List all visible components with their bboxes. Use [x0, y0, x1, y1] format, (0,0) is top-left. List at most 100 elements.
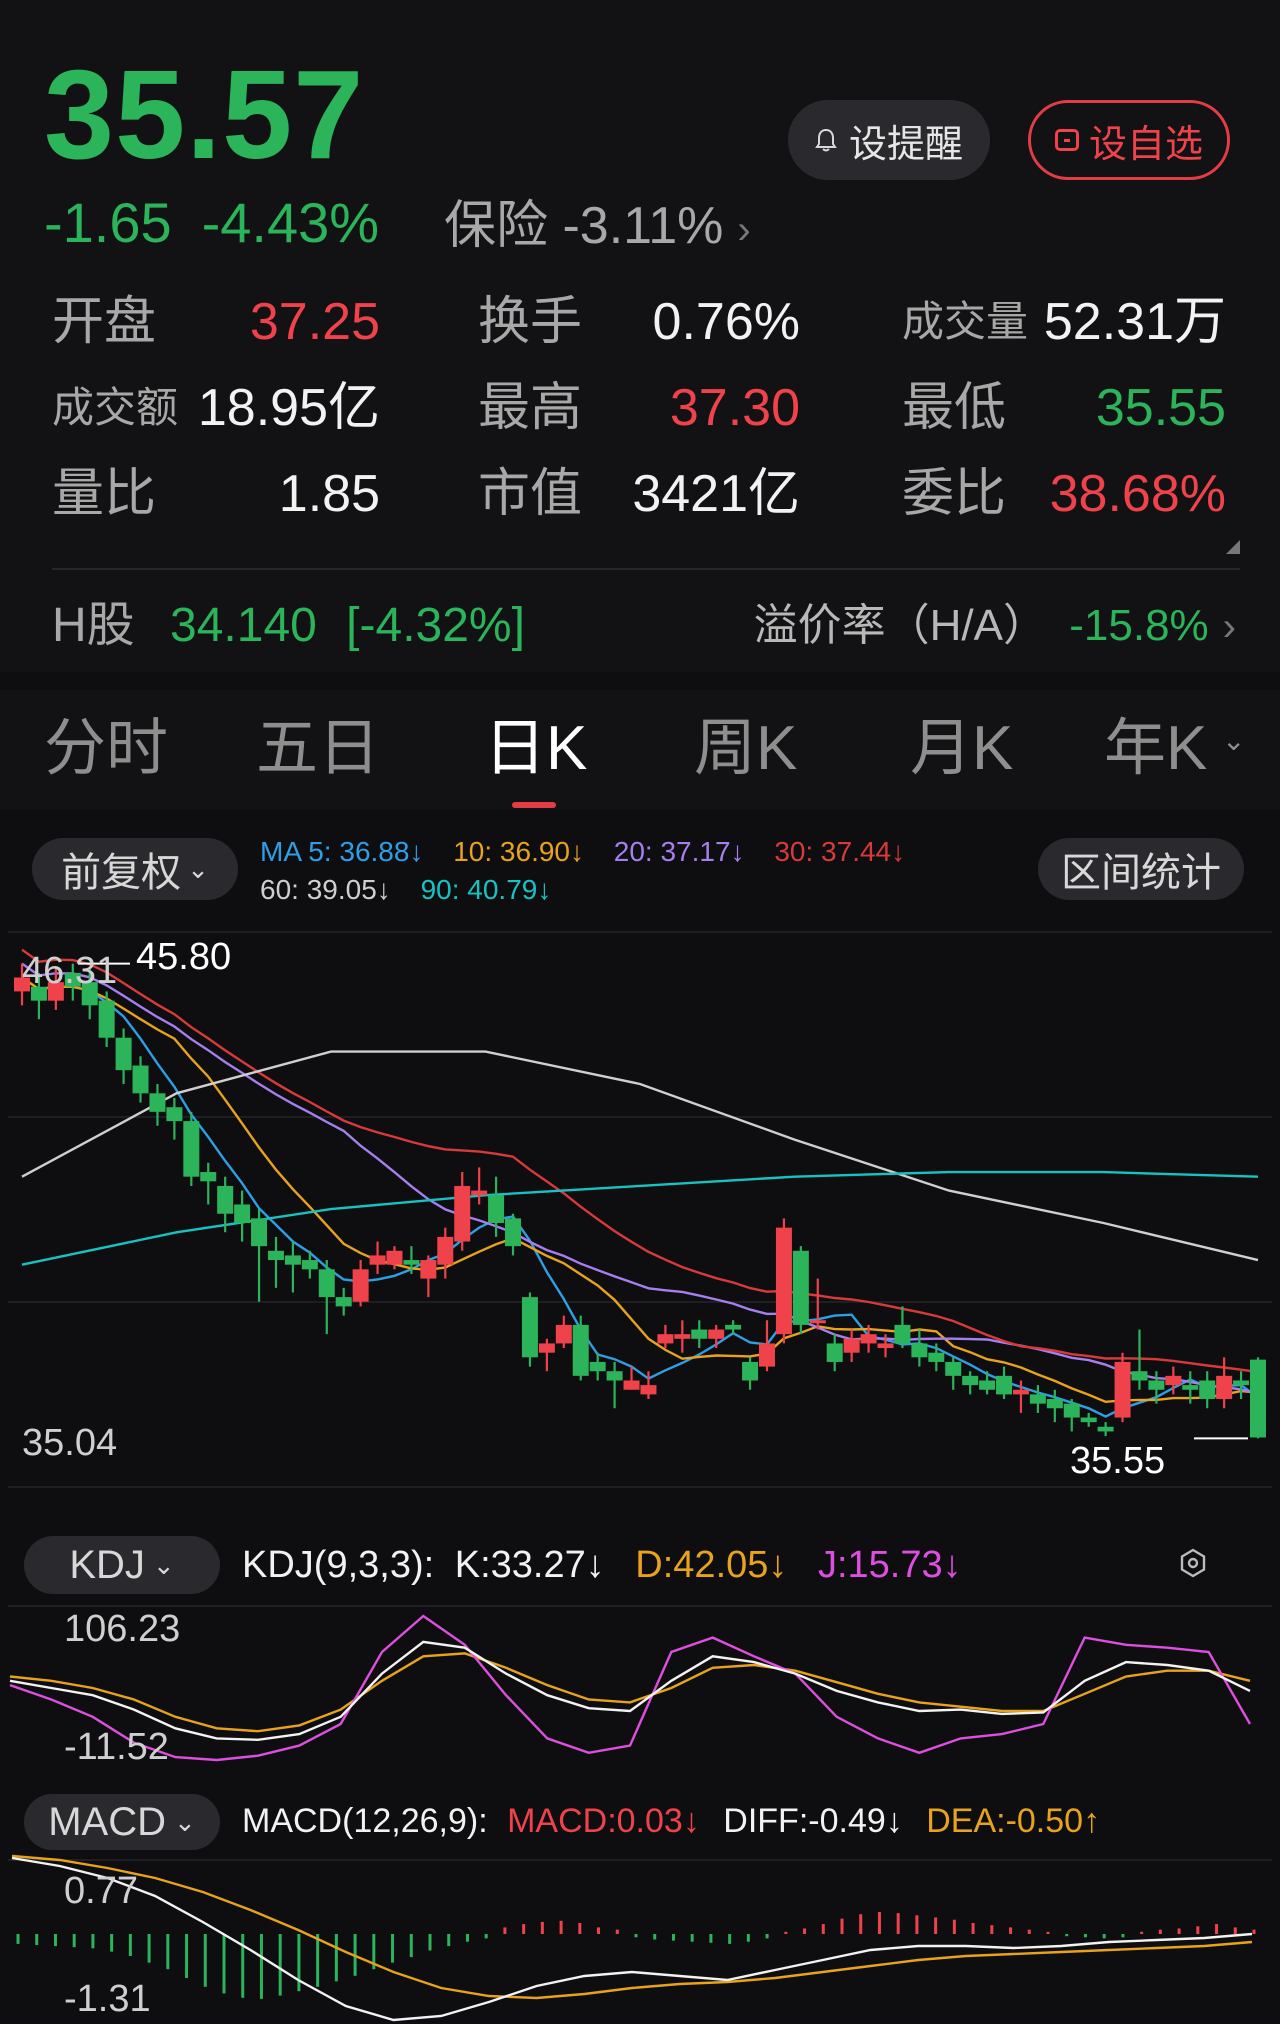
candle-body	[708, 1329, 725, 1339]
chevron-right-icon: ›	[1222, 605, 1236, 649]
candle-body	[945, 1361, 962, 1376]
candle-body	[471, 1190, 488, 1196]
premium-rate[interactable]: 溢价率（H/A） -15.8% ›	[754, 596, 1236, 657]
candle-body	[505, 1218, 522, 1247]
tab-5[interactable]: 年K	[1104, 714, 1207, 784]
expand-corner-icon[interactable]	[1226, 540, 1240, 554]
macd-plot[interactable]	[8, 1780, 1272, 2024]
kdj-d-line	[9, 1652, 1251, 1733]
stat-value: 37.30	[669, 379, 800, 437]
premium-value: -15.8%	[1069, 601, 1209, 650]
candle-body	[98, 1000, 115, 1038]
macd-dea-line	[11, 1854, 1253, 2000]
stat-value: 0.76%	[652, 293, 800, 351]
candle-body	[742, 1361, 759, 1381]
h-share-price: 34.140	[170, 599, 317, 652]
candle-body	[538, 1343, 555, 1353]
candle-body	[911, 1343, 928, 1358]
stat-label: 最高	[478, 379, 583, 437]
candle-body	[962, 1375, 979, 1386]
candle-body	[352, 1269, 369, 1302]
candle-body	[149, 1093, 166, 1112]
sector-name: 保险	[444, 197, 549, 255]
candle-body	[1182, 1385, 1199, 1390]
stats-row: 量比 1.85 市值 3421亿 委比 38.68%	[0, 454, 1280, 534]
candle-body	[1165, 1375, 1182, 1386]
premium-label: 溢价率（H/A）	[753, 601, 1048, 650]
ma-line	[21, 948, 1259, 1374]
divider	[52, 568, 1240, 570]
kdj-y-bottom: -11.52	[64, 1726, 169, 1768]
candle-body	[843, 1338, 860, 1353]
candle-body	[1012, 1389, 1029, 1395]
candle-body	[437, 1236, 454, 1265]
stats-row: 开盘 37.25 换手 0.76% 成交量 52.31万	[0, 282, 1280, 362]
candle-body	[217, 1185, 234, 1214]
watchlist-icon	[1054, 129, 1079, 151]
candle-body	[589, 1361, 606, 1372]
tab-2[interactable]: 日K	[484, 714, 587, 784]
current-price: 35.57	[44, 44, 365, 185]
y-axis-top: 46.31	[22, 950, 118, 992]
candle-body	[640, 1385, 657, 1395]
candle-body	[251, 1218, 268, 1247]
candle-body	[996, 1375, 1013, 1395]
candle-body	[284, 1255, 301, 1265]
tab-4[interactable]: 月K	[910, 714, 1013, 784]
tab-3[interactable]: 周K	[694, 714, 797, 784]
candle-body	[521, 1297, 538, 1358]
kline-plot[interactable]	[8, 812, 1272, 1514]
high-marker: 45.80	[136, 936, 232, 978]
set-alert-button[interactable]: 设提醒	[788, 100, 990, 180]
tab-0[interactable]: 分时	[44, 714, 168, 784]
candle-body	[1199, 1380, 1216, 1400]
active-tab-indicator	[512, 802, 556, 808]
candle-body	[826, 1343, 843, 1362]
candle-body	[1148, 1380, 1165, 1390]
candle-body	[758, 1343, 775, 1367]
bell-icon	[815, 128, 837, 152]
stat-label: 换手	[478, 293, 583, 351]
tab-1[interactable]: 五日	[256, 714, 380, 784]
stat-value: 37.25	[249, 293, 380, 351]
candle-body	[809, 1320, 826, 1324]
stats-row: 成交额 18.95亿 最高 37.30 最低 35.55	[0, 368, 1280, 448]
change-amount: -1.65	[44, 191, 172, 254]
stat-value: 38.68%	[1049, 465, 1226, 523]
candle-body	[488, 1195, 505, 1224]
quote-header: 35.57 -1.65 -4.43% 保险 -3.11% › 设提醒 设自选 开盘 3…	[0, 0, 1280, 672]
candle-body	[301, 1260, 318, 1270]
kdj-panel[interactable]: KDJ ⌄ KDJ(9,3,3): K:33.27↓ D:42.05↓ J:15.…	[8, 1520, 1272, 1774]
set-alert-label: 设提醒	[848, 123, 963, 166]
kdj-y-top: 106.23	[64, 1608, 181, 1650]
candle-body	[115, 1037, 132, 1071]
candle-body	[1233, 1380, 1250, 1386]
kdj-plot[interactable]	[8, 1520, 1272, 1774]
add-watchlist-label: 设自选	[1088, 123, 1203, 166]
kline-chart[interactable]: 前复权 ⌄ 区间统计 MA 5: 36.88↓ 10: 36.90↓ 20: 37…	[8, 812, 1272, 1514]
candle-body	[877, 1343, 894, 1349]
candle-body	[928, 1352, 945, 1362]
stat-value: 18.95亿	[197, 379, 380, 437]
candle-body	[1131, 1371, 1148, 1381]
h-share-row[interactable]: H股 34.140 [-4.32%]	[52, 596, 525, 656]
candle-body	[572, 1324, 589, 1376]
candle-body	[792, 1250, 809, 1325]
stat-value: 35.55	[1095, 379, 1226, 437]
macd-panel[interactable]: MACD ⌄ MACD(12,26,9): MACD:0.03↓ DIFF:-0.…	[8, 1780, 1272, 2024]
candle-body	[267, 1250, 284, 1261]
candle-body	[657, 1334, 674, 1344]
stat-label: 成交量	[902, 298, 1029, 345]
add-watchlist-button[interactable]: 设自选	[1028, 100, 1230, 180]
candle-body	[775, 1227, 792, 1335]
candle-body	[132, 1065, 149, 1094]
change-percent: -4.43%	[201, 191, 380, 254]
candle-body	[335, 1297, 352, 1307]
candle-body	[1216, 1375, 1233, 1400]
candle-body	[1114, 1361, 1131, 1418]
candle-body	[1046, 1399, 1063, 1409]
candle-body	[725, 1324, 742, 1330]
candle-body	[369, 1255, 386, 1265]
candle-body	[1029, 1394, 1046, 1404]
sector-link[interactable]: 保险 -3.11% ›	[444, 200, 751, 252]
